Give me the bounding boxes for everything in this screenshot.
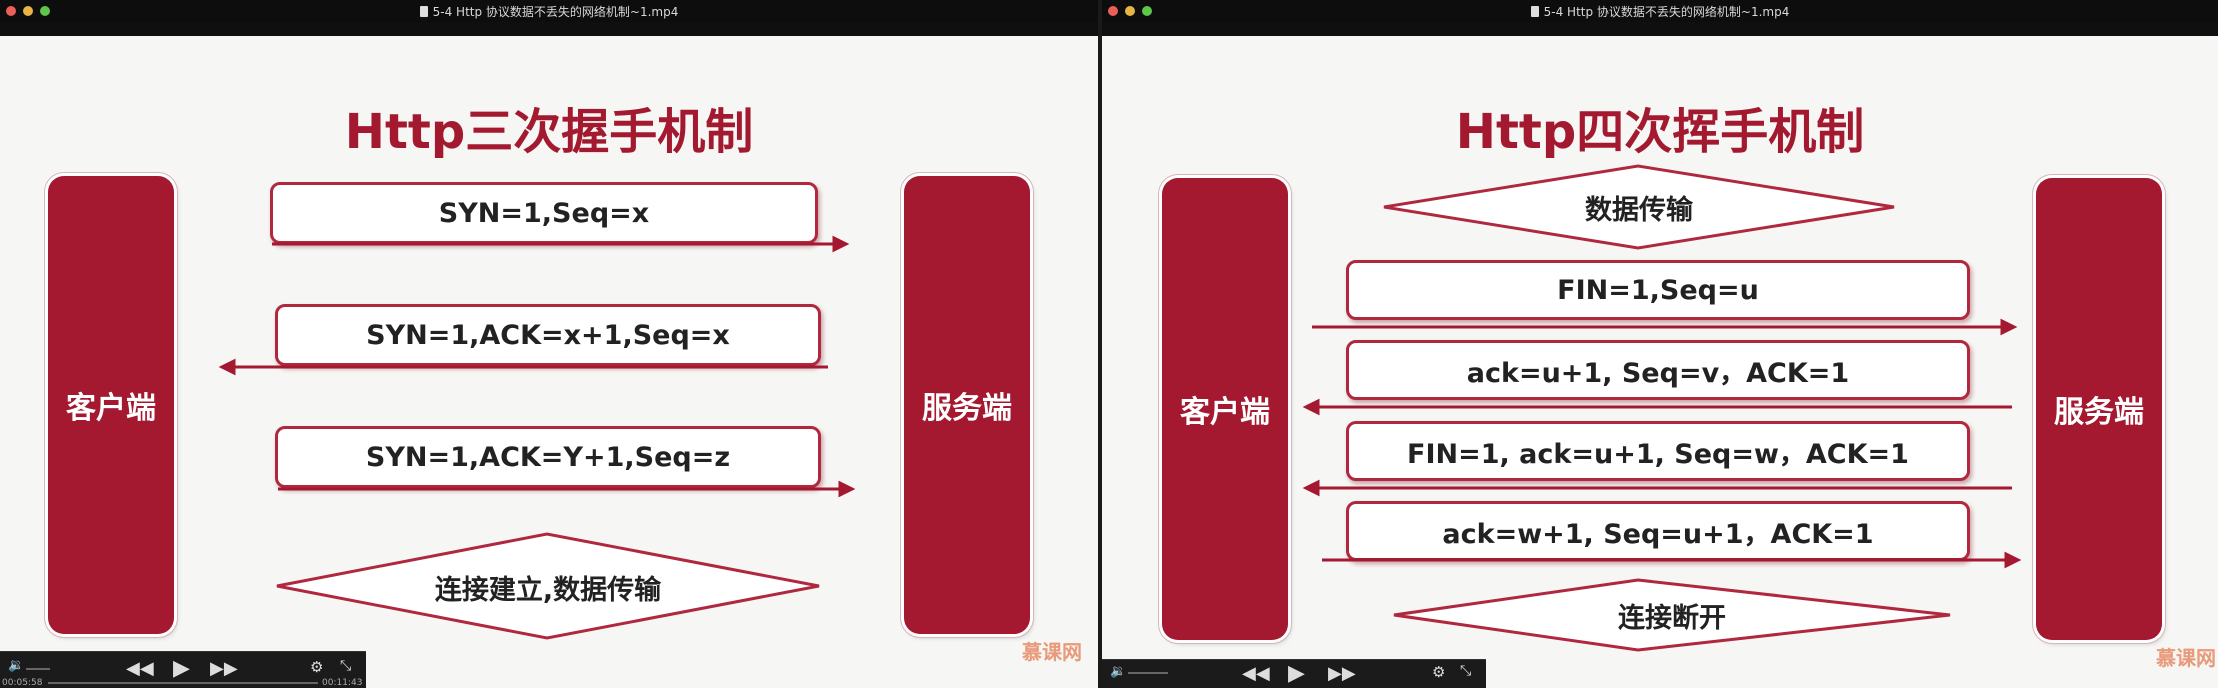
right-watermark: 慕课网 bbox=[2156, 646, 2216, 670]
arrowhead-r2 bbox=[1302, 398, 1320, 416]
left-player-controls: 🔉 ◀◀ ▶ ▶▶ ⚙ ⤡ 00:05:58 00:11:43 bbox=[0, 651, 366, 688]
settings-icon[interactable]: ⚙ bbox=[1432, 663, 1445, 681]
rewind-icon[interactable]: ◀◀ bbox=[126, 658, 154, 679]
arrowhead-3 bbox=[838, 480, 856, 498]
right-player-controls: 🔉 ◀◀ ▶ ▶▶ ⚙ ⤡ bbox=[1102, 659, 1486, 688]
fast-forward-icon[interactable]: ▶▶ bbox=[210, 658, 238, 679]
time-elapsed: 00:05:58 bbox=[2, 678, 43, 688]
arrowhead-2 bbox=[218, 358, 236, 376]
right-video-window: 5-4 Http 协议数据不丢失的网络机制~1.mp4 Http四次挥手机制 客… bbox=[1102, 0, 2218, 688]
volume-slider[interactable] bbox=[1128, 672, 1168, 674]
play-icon[interactable]: ▶ bbox=[173, 656, 190, 681]
fullscreen-icon[interactable]: ⤡ bbox=[1460, 663, 1471, 679]
volume-slider[interactable] bbox=[26, 668, 50, 670]
arrowhead-r3 bbox=[1302, 479, 1320, 497]
fast-forward-icon[interactable]: ▶▶ bbox=[1328, 663, 1356, 684]
time-remaining: 00:11:43 bbox=[322, 678, 363, 688]
arrowhead-r1 bbox=[2000, 318, 2018, 336]
settings-icon[interactable]: ⚙ bbox=[310, 658, 323, 676]
right-message-arrows bbox=[1302, 318, 2022, 569]
left-video-window: 5-4 Http 协议数据不丢失的网络机制~1.mp4 Http三次握手机制 客… bbox=[0, 0, 1098, 688]
volume-icon[interactable]: 🔉 bbox=[1110, 664, 1126, 679]
fullscreen-icon[interactable]: ⤡ bbox=[340, 658, 351, 674]
seek-bar[interactable] bbox=[48, 682, 318, 684]
rewind-icon[interactable]: ◀◀ bbox=[1242, 663, 1270, 684]
arrowhead-r4 bbox=[2004, 551, 2022, 569]
play-icon[interactable]: ▶ bbox=[1288, 661, 1305, 686]
arrowhead-1 bbox=[832, 235, 850, 253]
left-watermark: 慕课网 bbox=[1022, 640, 1082, 664]
established-diamond-label: 连接建立,数据传输 bbox=[434, 574, 662, 606]
volume-icon[interactable]: 🔉 bbox=[8, 658, 24, 673]
